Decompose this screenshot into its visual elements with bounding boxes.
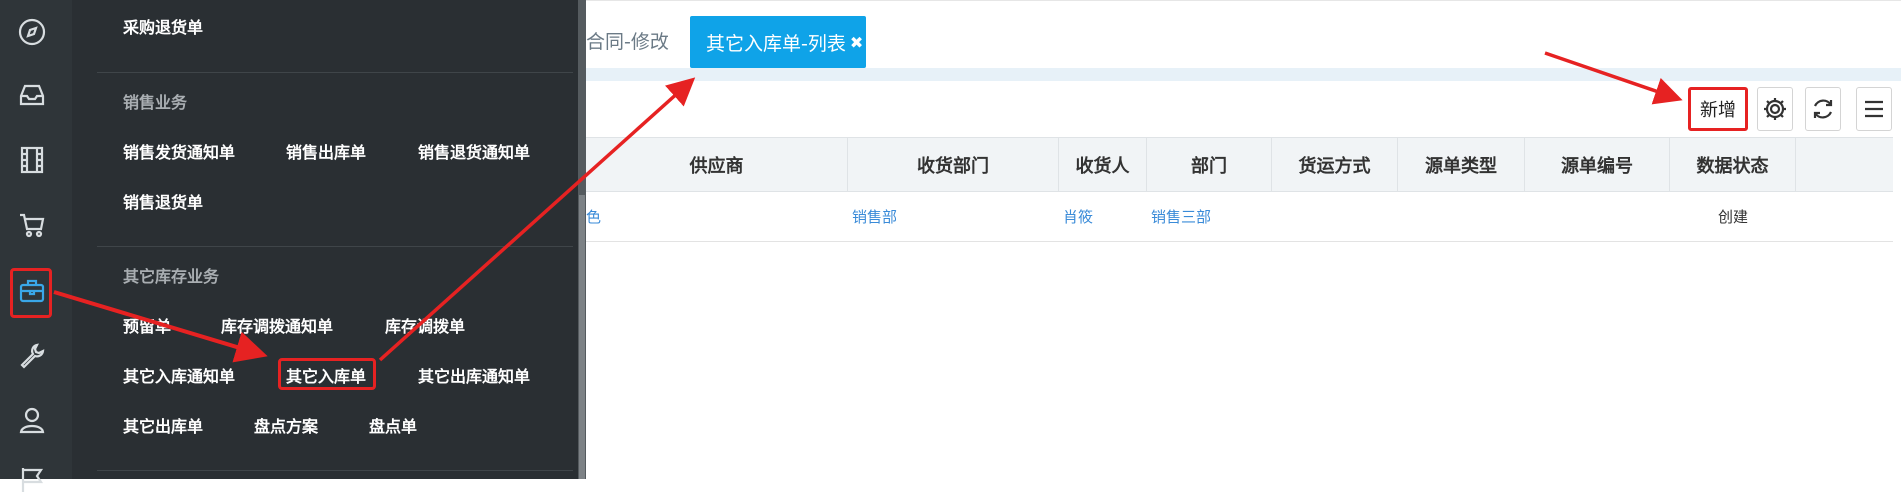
tab-label: 其它入库单-列表: [706, 32, 846, 55]
cell-receiver[interactable]: 肖筱: [1063, 191, 1093, 241]
flyout-menu: 采购退货单 销售业务 销售发货通知单 销售出库单 销售退货通知单 销售退货单 其…: [72, 0, 586, 479]
column-header-dept[interactable]: 部门: [1147, 138, 1272, 191]
nav-cart[interactable]: [11, 204, 53, 246]
menu-button[interactable]: [1856, 87, 1892, 131]
menu-item-other-inbound-notice[interactable]: 其它入库通知单: [123, 363, 235, 387]
annotation-highlight-other-inbound: [278, 358, 376, 390]
menu-item-transfer-notice[interactable]: 库存调拨通知单: [221, 313, 333, 337]
menu-separator: [97, 72, 573, 73]
menu-item-sales-delivery-notice[interactable]: 销售发货通知单: [123, 139, 235, 163]
nav-flag[interactable]: [11, 458, 53, 500]
column-header-source-type[interactable]: 源单类型: [1398, 138, 1525, 191]
menu-item-stocktake[interactable]: 盘点单: [369, 413, 417, 437]
nav-inbox[interactable]: [11, 74, 53, 116]
compass-icon: [18, 18, 46, 46]
wrench-icon: [20, 343, 45, 369]
column-header-receive-dept[interactable]: 收货部门: [848, 138, 1059, 191]
cell-receive-dept[interactable]: 销售部: [852, 191, 897, 241]
film-icon: [20, 146, 44, 174]
menu-item-purchase-return[interactable]: 采购退货单: [123, 14, 203, 38]
user-icon: [19, 407, 45, 434]
flyout-scrollbar[interactable]: [578, 0, 586, 479]
annotation-highlight-inventory: [10, 268, 52, 318]
tab-bar-divider: [586, 68, 1901, 81]
nav-compass[interactable]: [11, 11, 53, 53]
scrollbar-thumb[interactable]: [579, 195, 585, 479]
menu-item-reservation[interactable]: 预留单: [123, 313, 171, 337]
column-header-supplier[interactable]: 供应商: [586, 138, 848, 191]
menu-item-stocktake-plan[interactable]: 盘点方案: [254, 413, 318, 437]
menu-separator: [97, 246, 573, 247]
column-header-shipping[interactable]: 货运方式: [1272, 138, 1398, 191]
menu-item-other-outbound[interactable]: 其它出库单: [123, 413, 203, 437]
tab-contract-edit[interactable]: 合同-修改: [586, 27, 669, 54]
tab-other-inbound-list[interactable]: 其它入库单-列表 ✖: [690, 16, 866, 68]
menu-separator: [97, 470, 573, 471]
flag-icon: [21, 468, 44, 492]
tab-bar: 合同-修改 其它入库单-列表 ✖: [586, 0, 1901, 69]
menu-icon: [1865, 100, 1883, 118]
cell-source-no: [1525, 191, 1670, 241]
nav-user[interactable]: [11, 399, 53, 441]
icon-rail: [0, 0, 73, 492]
gear-icon: [1764, 98, 1786, 120]
column-header-source-no[interactable]: 源单编号: [1525, 138, 1670, 191]
refresh-icon: [1813, 99, 1833, 119]
cell-shipping: [1272, 191, 1398, 241]
menu-item-sales-return[interactable]: 销售退货单: [123, 189, 203, 213]
refresh-button[interactable]: [1805, 87, 1841, 131]
close-icon[interactable]: ✖: [850, 33, 863, 52]
column-header-receiver[interactable]: 收货人: [1059, 138, 1147, 191]
cell-dept[interactable]: 销售三部: [1151, 191, 1211, 241]
menu-group-sales: 销售业务: [123, 93, 188, 112]
cell-status: 创建: [1717, 207, 1748, 226]
inbox-icon: [19, 84, 45, 106]
menu-item-other-outbound-notice[interactable]: 其它出库通知单: [418, 363, 530, 387]
nav-tools[interactable]: [11, 335, 53, 377]
cart-icon: [20, 213, 45, 238]
add-button[interactable]: 新增: [1688, 87, 1748, 131]
cell-source-type: [1398, 191, 1525, 241]
menu-item-sales-outbound[interactable]: 销售出库单: [286, 139, 366, 163]
cell-supplier[interactable]: 色: [586, 191, 601, 241]
column-header-status[interactable]: 数据状态: [1670, 138, 1796, 191]
settings-button[interactable]: [1757, 87, 1793, 131]
table-row[interactable]: 色 销售部 肖筱 销售三部 创建: [586, 191, 1893, 242]
table-header: 供应商 收货部门 收货人 部门 货运方式 源单类型 源单编号 数据状态: [586, 137, 1893, 192]
menu-item-transfer[interactable]: 库存调拨单: [385, 313, 465, 337]
menu-item-sales-return-notice[interactable]: 销售退货通知单: [418, 139, 530, 163]
nav-film[interactable]: [11, 139, 53, 181]
menu-group-other-inventory: 其它库存业务: [123, 267, 220, 286]
